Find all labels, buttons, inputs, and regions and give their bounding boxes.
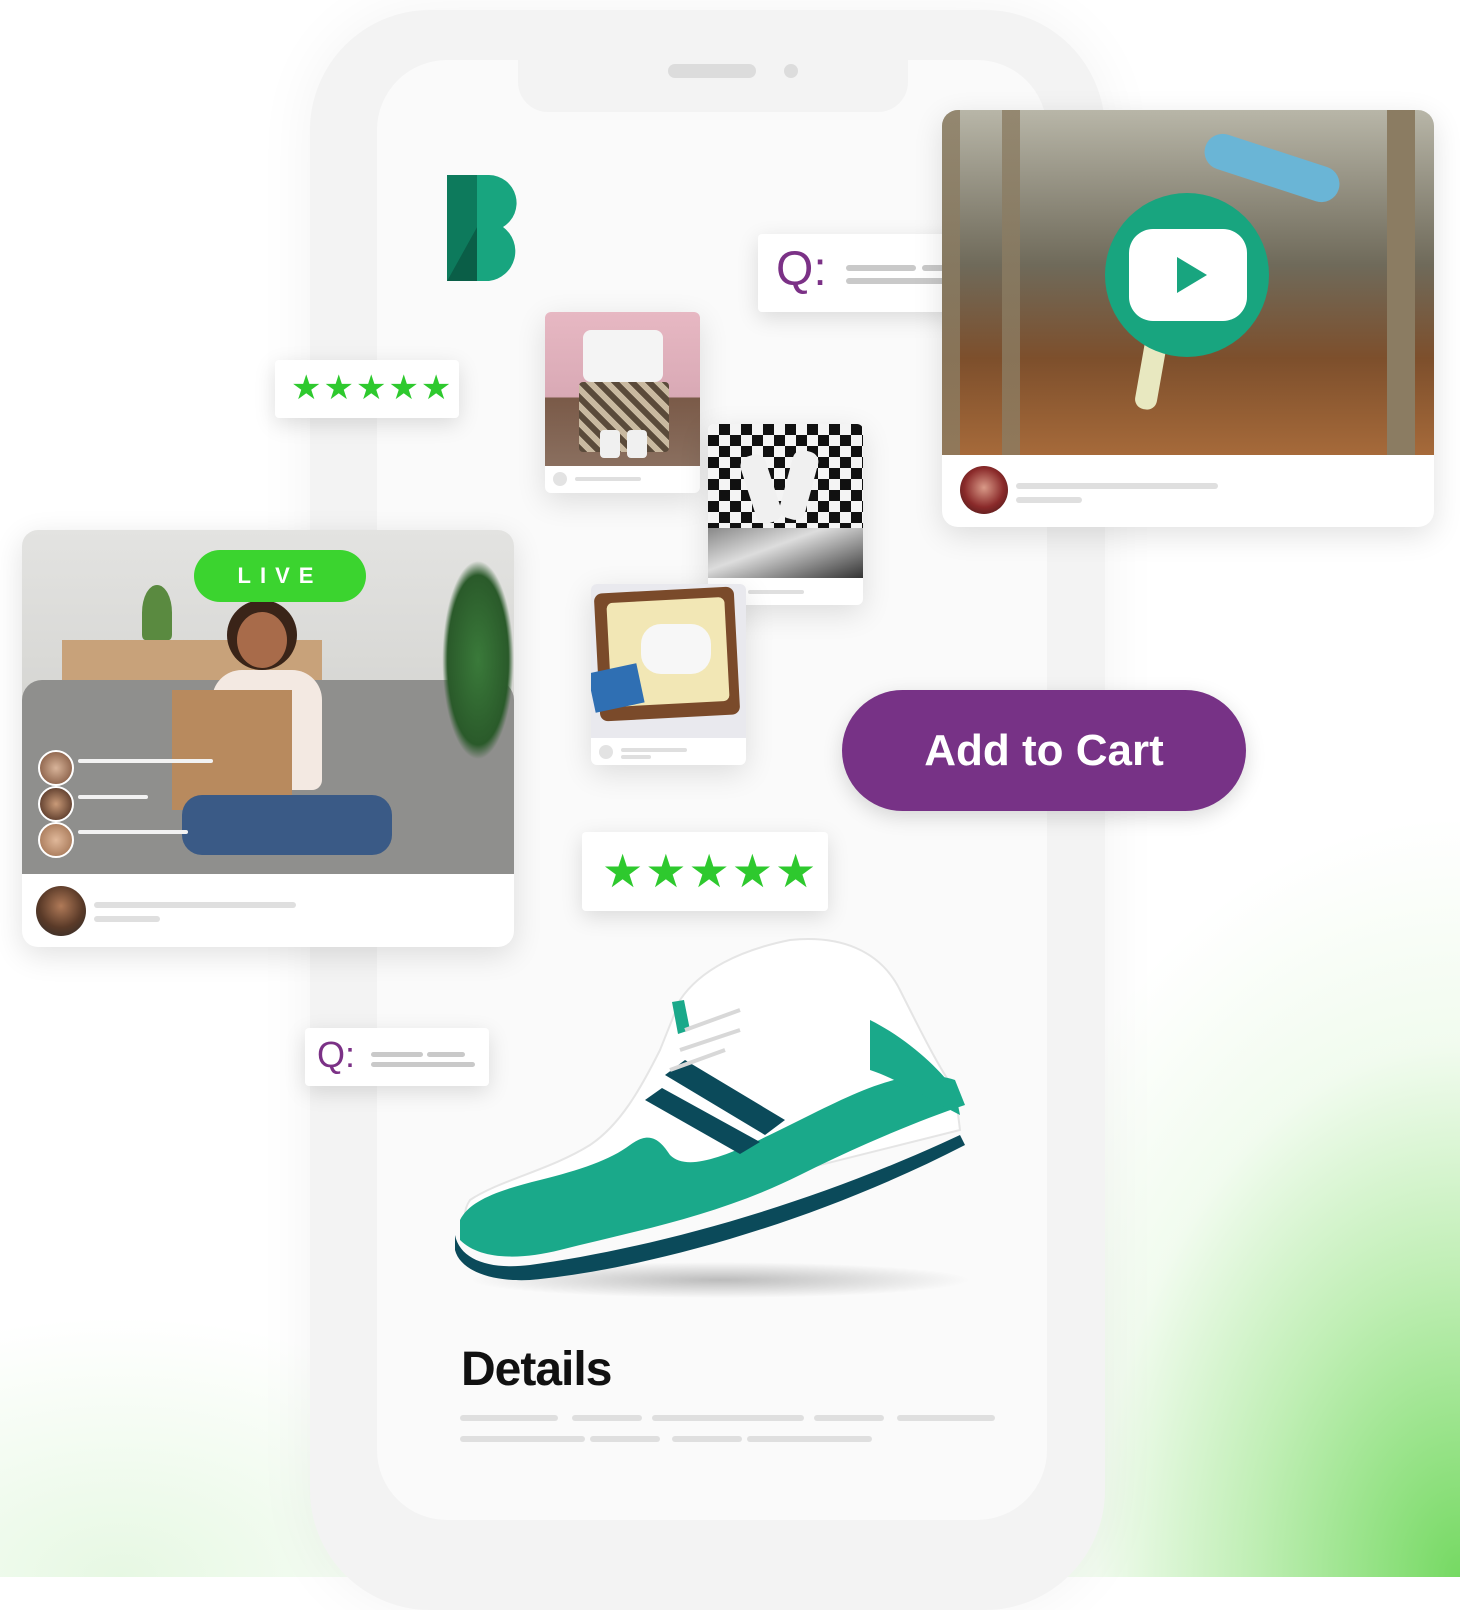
details-title: Details — [461, 1343, 612, 1396]
phone-speaker — [668, 64, 756, 78]
ugc-photo-card[interactable] — [545, 312, 700, 493]
phone-camera — [784, 64, 798, 78]
text-line — [460, 1436, 585, 1442]
text-line — [621, 748, 687, 752]
text-line — [78, 795, 148, 799]
product-sneaker-image — [455, 938, 970, 1298]
avatar — [38, 750, 74, 786]
live-badge: LIVE — [194, 550, 366, 602]
text-line — [78, 830, 188, 834]
ugc-photo — [545, 312, 700, 466]
avatar — [36, 886, 86, 936]
text-line — [572, 1415, 642, 1421]
text-line — [575, 477, 641, 481]
add-to-cart-button[interactable]: Add to Cart — [842, 690, 1246, 811]
text-line — [897, 1415, 995, 1421]
q-label: Q: — [776, 243, 827, 296]
play-button[interactable] — [1105, 193, 1269, 357]
q-label: Q: — [317, 1034, 356, 1075]
text-line — [78, 759, 213, 763]
ugc-photo — [708, 424, 863, 578]
avatar — [38, 786, 74, 822]
avatar — [38, 822, 74, 858]
text-line — [747, 1436, 872, 1442]
text-line — [652, 1415, 804, 1421]
text-line — [846, 265, 916, 271]
avatar — [960, 466, 1008, 514]
text-line — [672, 1436, 742, 1442]
text-line — [94, 916, 160, 922]
avatar — [553, 472, 567, 486]
ugc-photo-card[interactable] — [591, 584, 746, 765]
rating-chip-small: ★★★★★ — [275, 360, 459, 418]
text-line — [814, 1415, 884, 1421]
rating-chip-large: ★★★★★ — [582, 832, 828, 911]
ugc-photo — [591, 584, 746, 738]
text-line — [621, 755, 651, 759]
text-line — [1016, 483, 1218, 489]
text-line — [748, 590, 804, 594]
brand-logo — [447, 175, 517, 281]
avatar — [599, 745, 613, 759]
text-line — [94, 902, 296, 908]
text-line — [590, 1436, 660, 1442]
play-icon — [1129, 229, 1247, 321]
star-icon: ★★★★★ — [291, 369, 454, 407]
text-line — [1016, 497, 1082, 503]
video-review-card[interactable] — [942, 110, 1434, 527]
ugc-photo-card[interactable] — [708, 424, 863, 605]
text-line — [371, 1052, 423, 1057]
star-icon: ★★★★★ — [602, 845, 819, 897]
text-line — [460, 1415, 558, 1421]
